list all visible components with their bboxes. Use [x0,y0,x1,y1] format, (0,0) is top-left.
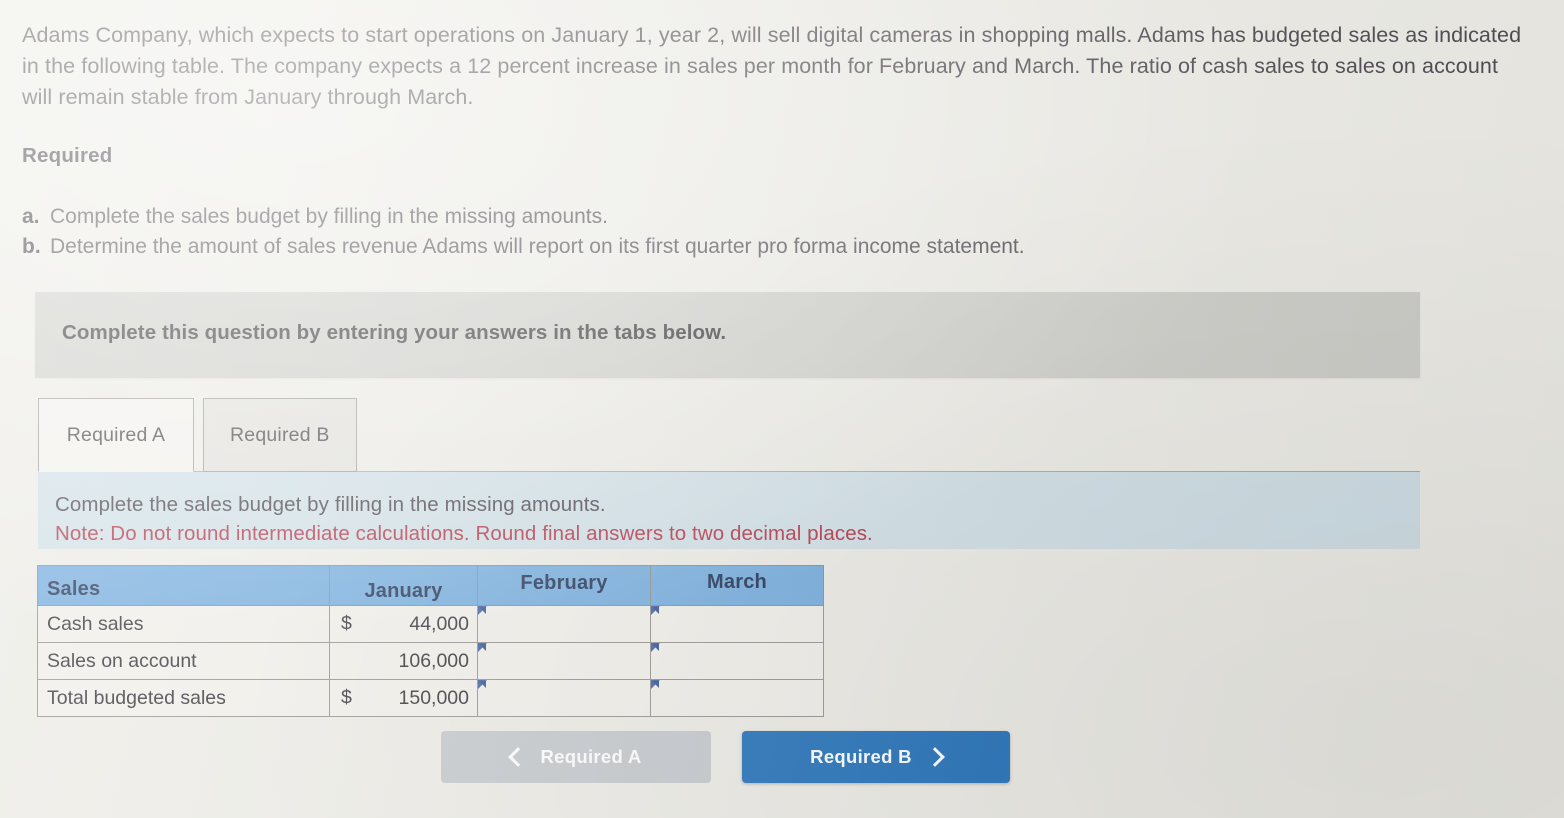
cell-marker-inner-icon [652,644,659,651]
table-row: Total budgeted sales $150,000 [37,679,824,717]
cell-sales-on-account-january: 106,000 [329,642,478,680]
column-header-january: January [329,565,478,606]
chevron-right-icon [924,747,945,767]
tab-bar: Required A Required B [38,398,357,472]
next-button-label: Required B [810,746,912,767]
input-cash-sales-march[interactable] [650,605,824,643]
question-stem: Adams Company, which expects to start op… [22,23,1522,109]
navigation-buttons: Required A Required B [441,731,1010,783]
task-instruction-line: Complete the sales budget by filling in … [55,493,606,516]
table-header-row: Sales January February March [37,565,824,606]
cell-marker-inner-icon [479,644,486,651]
requirements-list: a. Complete the sales budget by filling … [22,202,1025,262]
tab-required-a-label: Required A [66,423,166,446]
input-cash-sales-february[interactable] [477,605,651,643]
cell-marker-inner-icon [479,607,486,614]
instruction-banner-text: Complete this question by entering your … [62,321,727,344]
requirement-text-b: Determine the amount of sales revenue Ad… [50,235,1025,258]
previous-required-a-button[interactable]: Required A [441,731,711,783]
tab-required-a[interactable]: Required A [38,398,194,472]
input-total-budgeted-sales-february[interactable] [477,679,651,717]
requirement-marker-b: b. [22,235,41,258]
cell-marker-inner-icon [479,681,486,688]
requirement-item-b: b. Determine the amount of sales revenue… [22,232,1025,262]
instruction-banner: Complete this question by entering your … [35,292,1420,378]
table-row: Sales on account 106,000 [37,642,824,680]
row-label-sales-on-account: Sales on account [37,642,330,680]
input-total-budgeted-sales-march[interactable] [650,679,824,717]
requirement-marker-a: a. [22,205,40,228]
chevron-left-icon [507,747,528,767]
requirement-text-a: Complete the sales budget by filling in … [50,205,608,228]
cell-marker-inner-icon [652,681,659,688]
cell-value: 44,000 [409,612,469,635]
cell-total-budgeted-sales-january: $150,000 [329,679,478,717]
task-note-line: Note: Do not round intermediate calculat… [55,522,873,545]
input-sales-on-account-march[interactable] [650,642,824,680]
task-instruction-panel: Complete the sales budget by filling in … [38,471,1420,549]
tab-required-b-label: Required B [230,423,330,446]
tab-required-b[interactable]: Required B [203,398,357,472]
cell-value: 150,000 [398,686,470,709]
requirement-item-a: a. Complete the sales budget by filling … [22,202,1025,232]
table-row: Cash sales $44,000 [37,605,824,643]
cell-cash-sales-january: $44,000 [329,605,478,643]
row-label-total-budgeted-sales: Total budgeted sales [37,679,330,717]
column-header-february: February [477,565,651,606]
cell-marker-inner-icon [652,607,659,614]
column-header-march: March [650,565,824,606]
currency-symbol: $ [341,612,352,635]
sales-budget-table: Sales January February March Cash sales … [37,565,824,717]
next-required-b-button[interactable]: Required B [742,731,1010,783]
row-label-cash-sales: Cash sales [37,605,330,643]
currency-symbol: $ [341,686,352,709]
previous-button-label: Required A [540,746,642,767]
cell-value: 106,000 [398,649,470,672]
column-header-sales: Sales [37,565,330,606]
required-heading: Required [22,144,113,167]
input-sales-on-account-february[interactable] [477,642,651,680]
